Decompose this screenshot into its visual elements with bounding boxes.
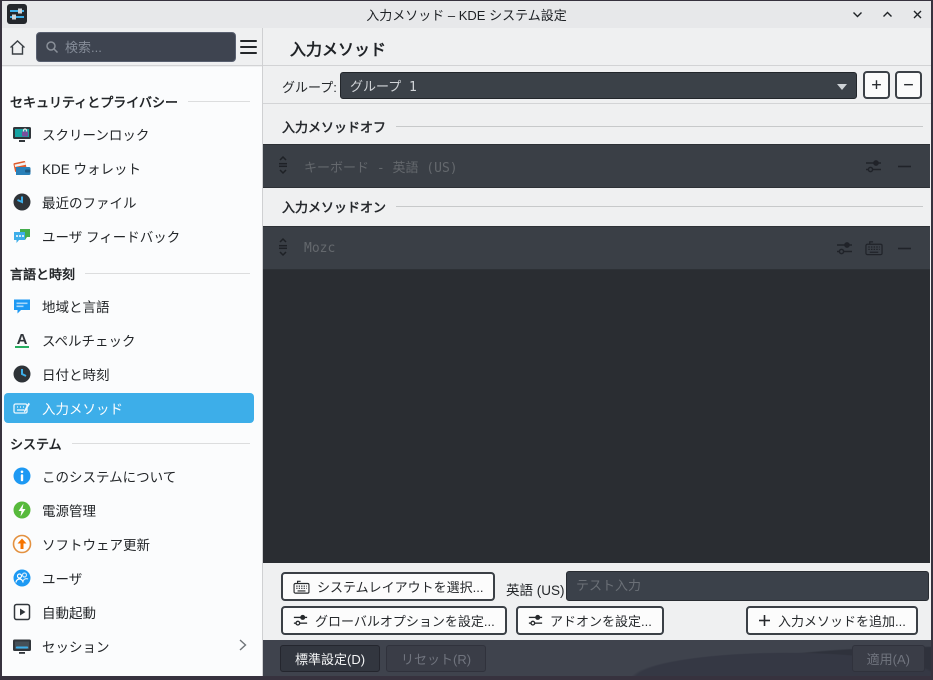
reset-button[interactable]: リセット(R) [386,645,487,672]
feedback-icon [12,226,32,246]
search-input[interactable] [65,39,215,55]
date-time-icon [12,364,32,384]
plus-icon [759,615,770,626]
group-select-value: グループ 1 [350,80,417,95]
input-method-row-keyboard-us[interactable]: キーボード - 英語 (US) [263,144,930,188]
wallet-icon [12,158,32,178]
search-box [36,32,236,62]
sidebar-section-security: セキュリティとプライバシー [10,91,250,111]
group-label: グループ: [282,80,337,95]
power-management-icon [12,500,32,520]
keyboard-icon [293,580,310,594]
input-method-icon [12,398,32,418]
search-icon [46,41,59,54]
titlebar[interactable]: 入力メソッド – KDE システム設定 [0,0,933,28]
home-button[interactable] [8,38,28,58]
sidebar-item-user-feedback[interactable]: ユーザ フィードバック [0,219,262,253]
software-update-icon [12,534,32,554]
sidebar-item-kde-wallet[interactable]: KDE ウォレット [0,151,262,185]
sidebar-section-system: システム [10,433,250,453]
test-input-field[interactable] [566,571,929,601]
remove-input-method-icon[interactable] [895,239,913,257]
toolbar: 入力メソッド [0,28,933,66]
sidebar-item-input-method[interactable]: 入力メソッド [4,393,254,423]
sidebar-section-language-time: 言語と時刻 [10,263,250,283]
sidebar: セキュリティとプライバシー スクリーンロック KDE ウォレット 最近のファイル… [0,67,262,680]
sidebar-item-date-time[interactable]: 日付と時刻 [0,357,262,391]
sidebar-item-session[interactable]: セッション [0,629,262,663]
users-icon [12,568,32,588]
input-method-list-viewport: Mozc [263,226,930,563]
remove-input-method-icon[interactable] [895,157,913,175]
group-row: グループ: グループ 1 + − [263,67,933,104]
chevron-right-icon [237,638,248,655]
minimize-button[interactable] [849,6,865,22]
autostart-icon [12,602,32,622]
section-header-input-method-on: 入力メソッドオン [282,197,923,215]
apply-button[interactable]: 適用(A) [851,645,925,672]
sidebar-item-region-language[interactable]: 地域と言語 [0,289,262,323]
configure-addons-button[interactable]: アドオンを設定... [516,606,664,635]
drag-handle-icon[interactable] [276,237,290,260]
configure-input-method-icon[interactable] [864,157,882,175]
svg-text:A: A [17,331,28,348]
menu-button[interactable] [240,40,257,54]
section-header-input-method-off: 入力メソッドオフ [282,117,923,135]
close-button[interactable] [909,6,925,22]
spellcheck-icon: A [12,330,32,350]
sidebar-item-screen-lock[interactable]: スクリーンロック [0,117,262,151]
drag-handle-icon[interactable] [276,155,290,178]
chevron-down-icon [837,84,847,90]
remove-group-button[interactable]: − [895,71,922,99]
region-language-icon [12,296,32,316]
sliders-icon [293,614,308,626]
input-method-row-mozc[interactable]: Mozc [263,226,930,270]
current-layout-label: 英語 (US) [506,583,565,598]
window-title: 入力メソッド – KDE システム設定 [366,7,567,23]
sidebar-item-autostart[interactable]: 自動起動 [0,595,262,629]
defaults-button[interactable]: 標準設定(D) [280,645,381,672]
maximize-button[interactable] [879,6,895,22]
main-content: グループ: グループ 1 + − 入力メソッドオフ キーボード - 英語 (US… [263,67,933,680]
about-system-icon [12,466,32,486]
page-title: 入力メソッド [290,42,387,59]
add-input-method-button[interactable]: 入力メソッドを追加... [746,606,918,635]
configure-global-options-button[interactable]: グローバルオプションを設定... [281,606,507,635]
recent-files-icon [12,192,32,212]
sidebar-item-recent-files[interactable]: 最近のファイル [0,185,262,219]
sidebar-item-software-update[interactable]: ソフトウェア更新 [0,527,262,561]
screen-lock-icon [12,124,32,144]
footer: 標準設定(D) リセット(R) 適用(A) [263,640,933,677]
sidebar-item-users[interactable]: ユーザ [0,561,262,595]
sliders-icon [528,614,543,626]
add-group-button[interactable]: + [863,71,890,99]
kde-system-settings-window: 入力メソッド – KDE システム設定 入力メソッド [0,0,933,680]
keyboard-layout-icon[interactable] [865,239,883,257]
select-system-layout-button[interactable]: システムレイアウトを選択... [281,572,496,601]
sidebar-item-power-management[interactable]: 電源管理 [0,493,262,527]
sidebar-item-about-system[interactable]: このシステムについて [0,459,262,493]
session-icon [12,636,32,656]
sidebar-item-spell-check[interactable]: A スペルチェック [0,323,262,357]
configure-input-method-icon[interactable] [835,239,853,257]
bottom-panel: システムレイアウトを選択... 英語 (US) グローバルオプションを設定...… [263,563,933,641]
group-select[interactable]: グループ 1 [340,72,857,99]
